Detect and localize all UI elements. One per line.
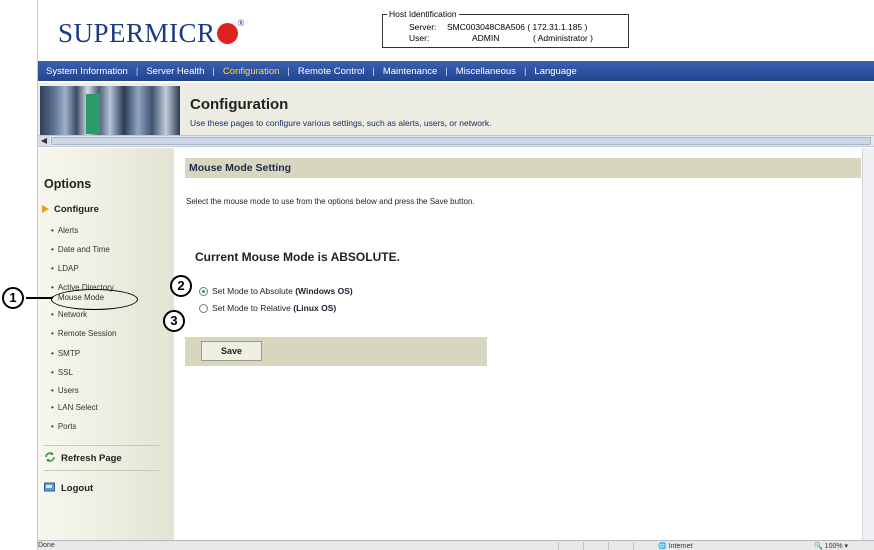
sidebar-item-ports[interactable]: Ports xyxy=(51,422,77,431)
page-banner: Configuration Use these pages to configu… xyxy=(38,83,874,139)
server-value: SMC003048C8A506 ( 172.31.1.185 ) xyxy=(447,22,588,32)
sidebar-item-alerts[interactable]: Alerts xyxy=(51,226,78,235)
user-name: ADMIN xyxy=(472,33,500,43)
logo-registered: ® xyxy=(237,18,245,28)
logo-dot-icon xyxy=(216,23,238,44)
radio-absolute-os: (Windows OS) xyxy=(295,286,353,296)
sidebar-item-lan-select[interactable]: LAN Select xyxy=(51,403,98,412)
supermicro-logo: SUPERMICR ® xyxy=(58,18,245,49)
scroll-left-icon[interactable]: ◀ xyxy=(38,136,50,146)
callout-1: 1 xyxy=(2,287,24,309)
user-label: User: xyxy=(409,33,430,43)
banner-figure xyxy=(86,94,100,134)
browser-status-bar: Done 🌐 Internet 🔍 100% ▾ xyxy=(38,540,874,550)
host-identification-box: Host Identification Server: SMC003048C8A… xyxy=(382,9,629,48)
nav-miscellaneous[interactable]: Miscellaneous xyxy=(448,66,524,77)
instructions-text: Select the mouse mode to use from the op… xyxy=(186,197,475,206)
radio-relative-option[interactable]: Set Mode to Relative (Linux OS) xyxy=(199,303,336,313)
page-subtitle: Use these pages to configure various set… xyxy=(190,118,492,128)
scroll-thumb[interactable] xyxy=(51,137,871,145)
radio-relative-label: Set Mode to Relative xyxy=(212,303,291,313)
sidebar-heading: Options xyxy=(44,177,92,191)
status-divider xyxy=(608,542,609,550)
user-role: ( Administrator ) xyxy=(533,33,593,43)
zoom-level-value: 100% xyxy=(824,543,843,550)
nav-language[interactable]: Language xyxy=(526,66,584,77)
status-text: Done xyxy=(38,542,55,549)
host-identification-legend: Host Identification xyxy=(387,9,459,19)
nav-maintenance[interactable]: Maintenance xyxy=(375,66,445,77)
logo-text: SUPERMICR xyxy=(58,18,216,48)
refresh-icon xyxy=(44,452,56,462)
radio-relative-os: (Linux OS) xyxy=(293,303,337,313)
status-divider xyxy=(558,542,559,550)
status-divider xyxy=(633,542,634,550)
current-mouse-mode: Current Mouse Mode is ABSOLUTE. xyxy=(195,250,400,264)
triangle-right-icon xyxy=(42,205,49,213)
internet-zone-label: Internet xyxy=(668,543,693,550)
sidebar-item-ssl[interactable]: SSL xyxy=(51,368,73,377)
nav-server-health[interactable]: Server Health xyxy=(138,66,212,77)
nav-configuration[interactable]: Configuration xyxy=(215,66,288,77)
radio-absolute[interactable] xyxy=(199,286,208,296)
section-title: Mouse Mode Setting xyxy=(189,162,292,174)
sidebar-item-remote-session[interactable]: Remote Session xyxy=(51,329,117,338)
callout-2: 2 xyxy=(170,275,192,297)
main-nav: System Information | Server Health | Confi… xyxy=(38,61,874,81)
sidebar-item-users[interactable]: Users xyxy=(51,386,79,395)
logout-label: Logout xyxy=(61,483,94,494)
options-sidebar: Options Configure Alerts Date and Time L… xyxy=(38,148,174,540)
sidebar-divider xyxy=(44,470,160,471)
refresh-page-label: Refresh Page xyxy=(61,453,122,464)
sidebar-item-date-and-time[interactable]: Date and Time xyxy=(51,245,110,254)
callout-1-leader xyxy=(26,297,52,299)
logout-link[interactable]: Logout xyxy=(44,482,93,494)
sidebar-item-smtp[interactable]: SMTP xyxy=(51,349,80,358)
sidebar-configure-label: Configure xyxy=(54,204,99,215)
zoom-level[interactable]: 🔍 100% ▾ xyxy=(814,542,848,550)
radio-relative[interactable] xyxy=(199,303,208,313)
save-button[interactable]: Save xyxy=(201,341,262,361)
server-label: Server: xyxy=(409,22,437,32)
nav-remote-control[interactable]: Remote Control xyxy=(290,66,373,77)
vertical-scrollbar[interactable] xyxy=(862,148,874,540)
banner-image xyxy=(40,86,180,138)
refresh-page-link[interactable]: Refresh Page xyxy=(44,452,122,464)
horizontal-scrollbar[interactable]: ◀ xyxy=(38,135,874,147)
sidebar-item-ldap[interactable]: LDAP xyxy=(51,264,79,273)
sidebar-item-network[interactable]: Network xyxy=(51,310,87,319)
logout-icon xyxy=(44,482,56,492)
section-header: Mouse Mode Setting xyxy=(185,158,861,178)
callout-3: 3 xyxy=(163,310,185,332)
main-content: Mouse Mode Setting Select the mouse mode… xyxy=(176,148,874,540)
radio-absolute-label: Set Mode to Absolute xyxy=(212,286,293,296)
status-divider xyxy=(583,542,584,550)
mouse-mode-highlight xyxy=(51,289,138,310)
radio-absolute-option[interactable]: Set Mode to Absolute (Windows OS) xyxy=(199,286,353,296)
page-title: Configuration xyxy=(190,96,289,113)
nav-system-information[interactable]: System Information xyxy=(38,66,136,77)
sidebar-divider xyxy=(44,445,160,446)
internet-zone: 🌐 Internet xyxy=(658,543,693,550)
save-bar: Save xyxy=(185,337,487,366)
sidebar-configure[interactable]: Configure xyxy=(42,204,99,215)
